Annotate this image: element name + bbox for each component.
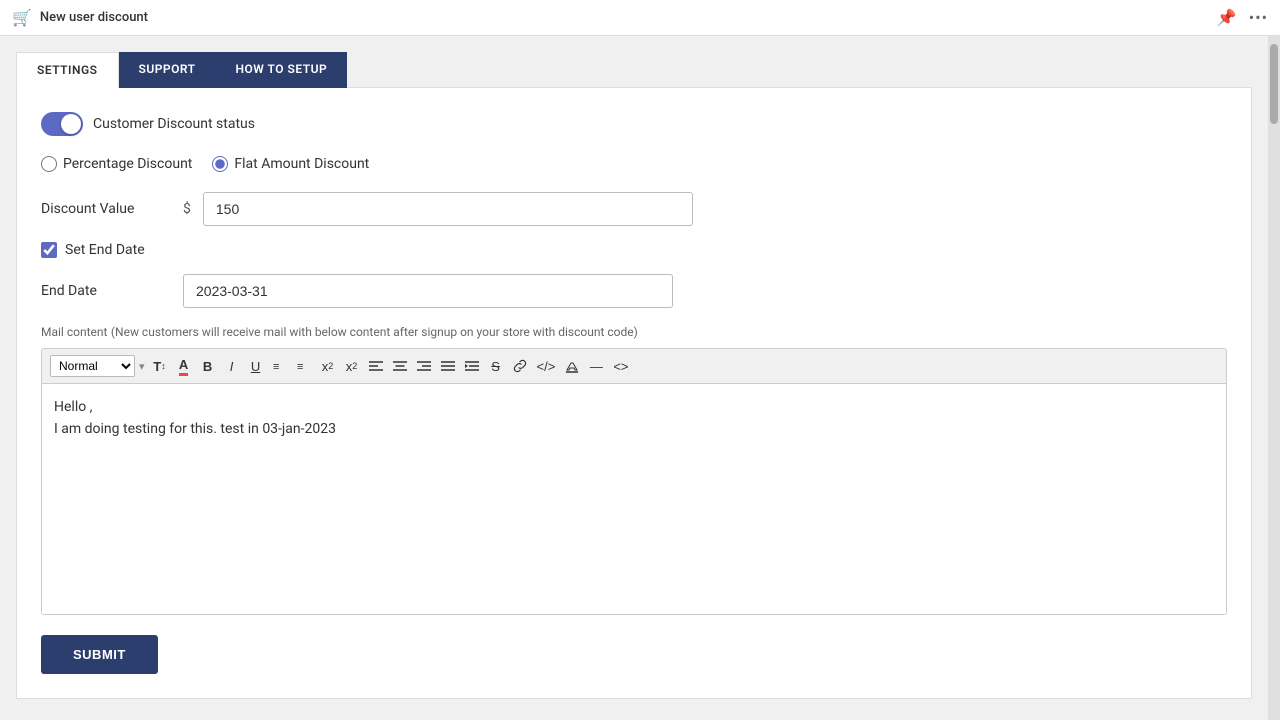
scrollbar-thumb[interactable] xyxy=(1270,44,1278,124)
top-bar-left: 🛒 New user discount xyxy=(12,8,148,27)
mail-content-label: Mail content (New customers will receive… xyxy=(41,324,638,340)
subscript-btn[interactable]: x2 xyxy=(317,355,339,377)
end-date-label: End Date xyxy=(41,283,171,299)
top-bar-right: 📌 ••• xyxy=(1217,8,1268,27)
scrollbar[interactable] xyxy=(1268,36,1280,720)
mail-content-note: (New customers will receive mail with be… xyxy=(111,325,638,339)
top-bar: 🛒 New user discount 📌 ••• xyxy=(0,0,1280,36)
svg-text:≡: ≡ xyxy=(273,361,279,373)
more-icon[interactable]: ••• xyxy=(1249,8,1268,27)
code-btn[interactable]: </> xyxy=(533,355,560,377)
font-color-btn[interactable]: A xyxy=(173,355,195,377)
editor-line-1: Hello , xyxy=(54,396,1214,418)
superscript-btn[interactable]: x2 xyxy=(341,355,363,377)
toggle-label: Customer Discount status xyxy=(93,116,255,132)
align-left-btn[interactable] xyxy=(365,355,387,377)
italic-btn[interactable]: I xyxy=(221,355,243,377)
set-end-date-label: Set End Date xyxy=(65,242,145,258)
align-center-btn[interactable] xyxy=(389,355,411,377)
tab-how-to-setup[interactable]: HOW TO SETUP xyxy=(216,52,348,88)
strikethrough-btn[interactable]: S xyxy=(485,355,507,377)
tab-settings[interactable]: SETTINGS xyxy=(16,52,119,88)
radio-percentage[interactable]: Percentage Discount xyxy=(41,156,192,172)
discount-value-label: Discount Value xyxy=(41,201,171,217)
discount-value-input[interactable] xyxy=(203,192,693,226)
app-title: New user discount xyxy=(40,10,148,25)
submit-button[interactable]: SUBMIT xyxy=(41,635,158,674)
radio-percentage-label: Percentage Discount xyxy=(63,156,192,172)
tab-bar: SETTINGS SUPPORT HOW TO SETUP xyxy=(16,52,1252,88)
tab-support[interactable]: SUPPORT xyxy=(119,52,216,88)
link-btn[interactable] xyxy=(509,355,531,377)
radio-flat-label: Flat Amount Discount xyxy=(234,156,369,172)
settings-card: Customer Discount status Percentage Disc… xyxy=(16,87,1252,699)
hr-btn[interactable]: — xyxy=(585,355,607,377)
html-btn[interactable]: <> xyxy=(609,355,632,377)
editor-body[interactable]: Hello , I am doing testing for this. tes… xyxy=(42,384,1226,614)
mail-editor: Normal Heading 1 Heading 2 Heading 3 ▾ T… xyxy=(41,348,1227,615)
editor-line-2: I am doing testing for this. test in 03-… xyxy=(54,418,1214,440)
app-icon: 🛒 xyxy=(12,8,32,27)
highlight-btn[interactable] xyxy=(561,355,583,377)
currency-symbol: $ xyxy=(183,201,191,217)
bold-btn[interactable]: B xyxy=(197,355,219,377)
discount-status-toggle[interactable] xyxy=(41,112,83,136)
format-select[interactable]: Normal Heading 1 Heading 2 Heading 3 xyxy=(50,355,135,377)
indent-btn[interactable] xyxy=(461,355,483,377)
set-end-date-checkbox[interactable] xyxy=(41,242,57,258)
set-end-date-row: Set End Date xyxy=(41,242,1227,258)
underline-btn[interactable]: U xyxy=(245,355,267,377)
pin-icon[interactable]: 📌 xyxy=(1217,8,1237,27)
justify-btn[interactable] xyxy=(437,355,459,377)
discount-type-row: Percentage Discount Flat Amount Discount xyxy=(41,156,1227,172)
toolbar-divider-text: ▾ xyxy=(139,360,145,373)
discount-value-row: Discount Value $ xyxy=(41,192,1227,226)
align-right-btn[interactable] xyxy=(413,355,435,377)
font-size-btn[interactable]: T↕ xyxy=(149,355,171,377)
radio-flat[interactable]: Flat Amount Discount xyxy=(212,156,369,172)
toggle-row: Customer Discount status xyxy=(41,112,1227,136)
end-date-row: End Date xyxy=(41,274,1227,308)
end-date-input[interactable] xyxy=(183,274,673,308)
unordered-list-btn[interactable]: ≡ xyxy=(293,355,315,377)
editor-toolbar: Normal Heading 1 Heading 2 Heading 3 ▾ T… xyxy=(42,349,1226,384)
svg-text:≡: ≡ xyxy=(297,361,303,373)
mail-content-label-row: Mail content (New customers will receive… xyxy=(41,324,1227,340)
ordered-list-btn[interactable]: ≡ xyxy=(269,355,291,377)
